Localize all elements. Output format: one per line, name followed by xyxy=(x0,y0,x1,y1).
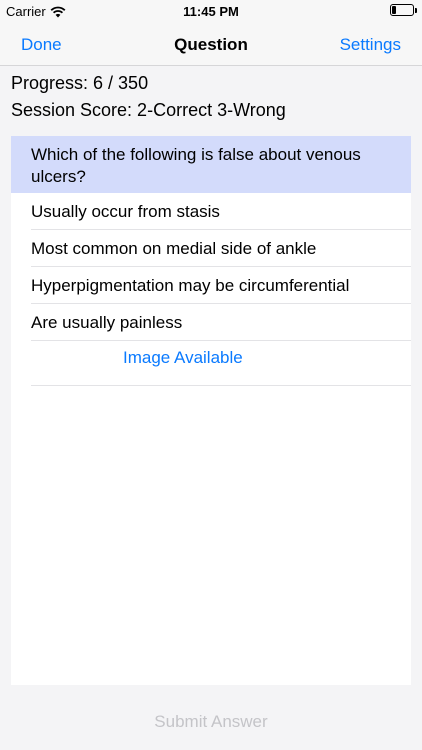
session-score-text: Session Score: 2-Correct 3-Wrong xyxy=(11,100,286,120)
status-time: 11:45 PM xyxy=(183,4,239,19)
question-text: Which of the following is false about ve… xyxy=(11,136,411,193)
session-info: Progress: 6 / 350 Session Score: 2-Corre… xyxy=(11,70,286,124)
question-card: Which of the following is false about ve… xyxy=(11,136,411,685)
answer-option[interactable]: Usually occur from stasis xyxy=(11,193,411,230)
answer-option[interactable]: Hyperpigmentation may be circumferential xyxy=(11,267,411,304)
battery-icon xyxy=(390,4,417,16)
answer-option[interactable]: Are usually painless xyxy=(11,304,411,341)
progress-text: Progress: 6 / 350 xyxy=(11,73,149,93)
status-bar: Carrier 11:45 PM xyxy=(0,0,422,22)
settings-button[interactable]: Settings xyxy=(340,35,401,55)
answer-list: Usually occur from stasis Most common on… xyxy=(11,193,411,341)
battery-fill xyxy=(392,6,396,14)
image-available-link[interactable]: Image Available xyxy=(11,341,411,386)
battery-outline xyxy=(390,4,417,16)
navigation-bar: Done Question Settings xyxy=(0,22,422,66)
submit-answer-button[interactable]: Submit Answer xyxy=(0,712,422,732)
answer-option[interactable]: Most common on medial side of ankle xyxy=(11,230,411,267)
